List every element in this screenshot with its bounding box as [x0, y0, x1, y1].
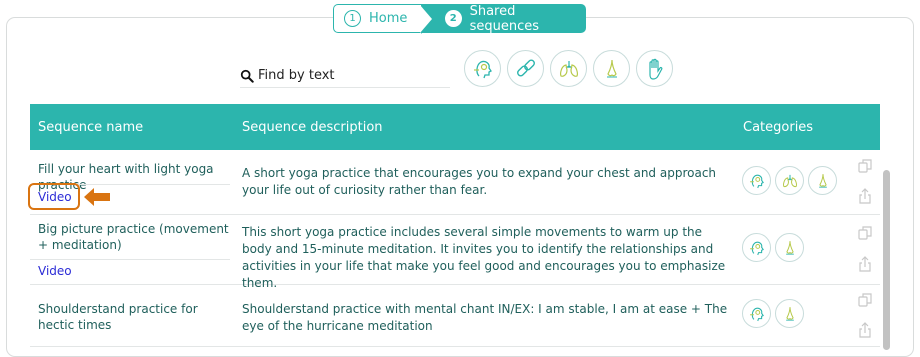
- share-icon[interactable]: [857, 188, 873, 204]
- share-icon[interactable]: [857, 256, 873, 272]
- category-nose: [775, 299, 804, 328]
- breadcrumb-home-label: Home: [369, 11, 408, 26]
- filter-lungs-button[interactable]: [550, 50, 587, 87]
- breadcrumb: 1 Home 2 Shared sequences: [333, 3, 586, 34]
- breadcrumb-home[interactable]: 1 Home: [333, 4, 434, 34]
- step-number-home: 1: [344, 10, 361, 27]
- filter-head-button[interactable]: [464, 50, 501, 87]
- category-icons: [742, 233, 804, 262]
- step-number-shared: 2: [445, 10, 462, 27]
- share-icon[interactable]: [857, 322, 873, 338]
- column-header-name[interactable]: Sequence name: [38, 120, 143, 135]
- sequence-name[interactable]: Shoulderstand practice for hectic times: [38, 301, 233, 333]
- column-header-categories[interactable]: Categories: [743, 120, 813, 135]
- category-head: [742, 233, 771, 262]
- copy-icon[interactable]: [857, 225, 873, 241]
- nose-icon: [785, 240, 794, 255]
- filter-nose-button[interactable]: [593, 50, 630, 87]
- hand-icon: [648, 58, 662, 80]
- category-icons: [742, 299, 804, 328]
- head-icon: [473, 60, 492, 78]
- table-row[interactable]: Big picture practice (movement + meditat…: [30, 215, 880, 290]
- search-input[interactable]: [258, 68, 438, 83]
- sequence-description: Shoulderstand practice with mental chant…: [242, 302, 728, 333]
- category-head: [742, 166, 771, 195]
- nose-icon: [785, 306, 794, 321]
- head-icon: [749, 174, 764, 188]
- breadcrumb-shared-label: Shared sequences: [469, 3, 539, 34]
- category-lungs: [775, 166, 804, 195]
- sequence-description: This short yoga practice includes severa…: [242, 225, 726, 290]
- filter-link-button[interactable]: [507, 50, 544, 87]
- search-icon: [240, 69, 254, 83]
- head-icon: [749, 307, 764, 321]
- category-filters: [464, 50, 673, 87]
- category-head: [742, 299, 771, 328]
- column-header-description[interactable]: Sequence description: [242, 120, 383, 135]
- video-link[interactable]: Video: [38, 264, 72, 278]
- category-icons: [742, 166, 837, 195]
- table-row[interactable]: Shoulderstand practice for hectic times …: [30, 285, 880, 347]
- arrow-left-icon: [84, 188, 110, 206]
- table-header: Sequence name Sequence description Categ…: [30, 104, 880, 150]
- category-nose: [808, 166, 837, 195]
- head-icon: [749, 241, 764, 255]
- lungs-icon: [559, 60, 578, 77]
- video-highlight-box: [28, 183, 80, 210]
- filter-hand-button[interactable]: [636, 50, 673, 87]
- sequence-description: A short yoga practice that encourages yo…: [242, 166, 717, 197]
- nose-icon: [606, 59, 617, 77]
- category-nose: [775, 233, 804, 262]
- lungs-icon: [782, 174, 797, 187]
- table-row[interactable]: Fill your heart with light yoga practice…: [30, 150, 880, 215]
- copy-icon[interactable]: [857, 158, 873, 174]
- scrollbar[interactable]: [883, 170, 890, 350]
- nose-icon: [818, 173, 827, 188]
- copy-icon[interactable]: [857, 292, 873, 308]
- breadcrumb-shared-sequences[interactable]: 2 Shared sequences: [421, 3, 586, 34]
- divider: [30, 259, 230, 260]
- sequence-name[interactable]: Big picture practice (movement + meditat…: [38, 221, 233, 253]
- search-bar: [240, 64, 450, 88]
- link-icon: [516, 59, 535, 76]
